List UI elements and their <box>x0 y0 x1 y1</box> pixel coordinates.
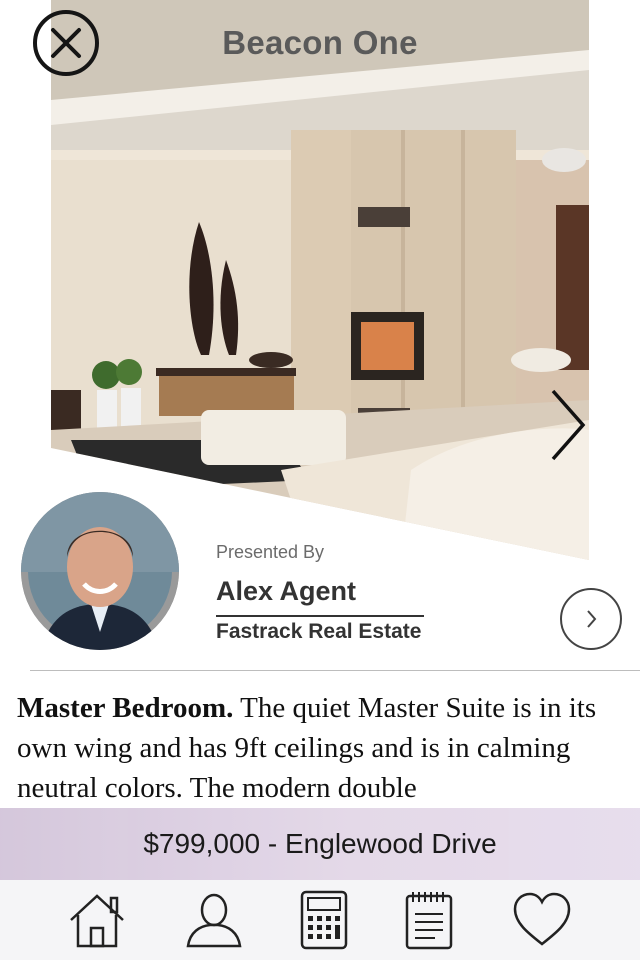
room-heading: Master Bedroom. <box>17 692 234 724</box>
chevron-right-icon <box>587 610 597 628</box>
living-room-photo <box>51 0 589 560</box>
section-divider <box>30 670 640 671</box>
tab-bar <box>0 880 640 960</box>
price-address-text: $799,000 - Englewood Drive <box>143 828 497 859</box>
agency-name: Fastrack Real Estate <box>216 620 422 643</box>
listing-photo[interactable] <box>51 0 589 560</box>
home-icon <box>70 894 124 948</box>
tab-profile[interactable] <box>174 880 254 960</box>
agent-name[interactable]: Alex Agent <box>216 576 356 607</box>
user-icon <box>186 893 242 948</box>
presented-by-label: Presented By <box>216 542 325 562</box>
calculator-icon <box>300 890 348 950</box>
heart-icon <box>513 892 571 946</box>
tab-home[interactable] <box>57 880 137 960</box>
price-address-bar[interactable]: $799,000 - Englewood Drive <box>0 808 640 880</box>
agent-name-underline <box>216 615 424 617</box>
calendar-icon <box>405 892 453 950</box>
close-icon <box>51 28 81 58</box>
close-button[interactable] <box>33 10 99 76</box>
agent-details-button[interactable] <box>560 588 622 650</box>
room-description: Master Bedroom. The quiet Master Suite i… <box>17 688 627 808</box>
agent-avatar[interactable] <box>21 492 179 650</box>
tab-calendar[interactable] <box>389 880 469 960</box>
tab-favorites[interactable] <box>502 880 582 960</box>
tab-calculator[interactable] <box>284 880 364 960</box>
chevron-right-icon <box>551 389 586 461</box>
next-photo-button[interactable] <box>545 385 590 465</box>
